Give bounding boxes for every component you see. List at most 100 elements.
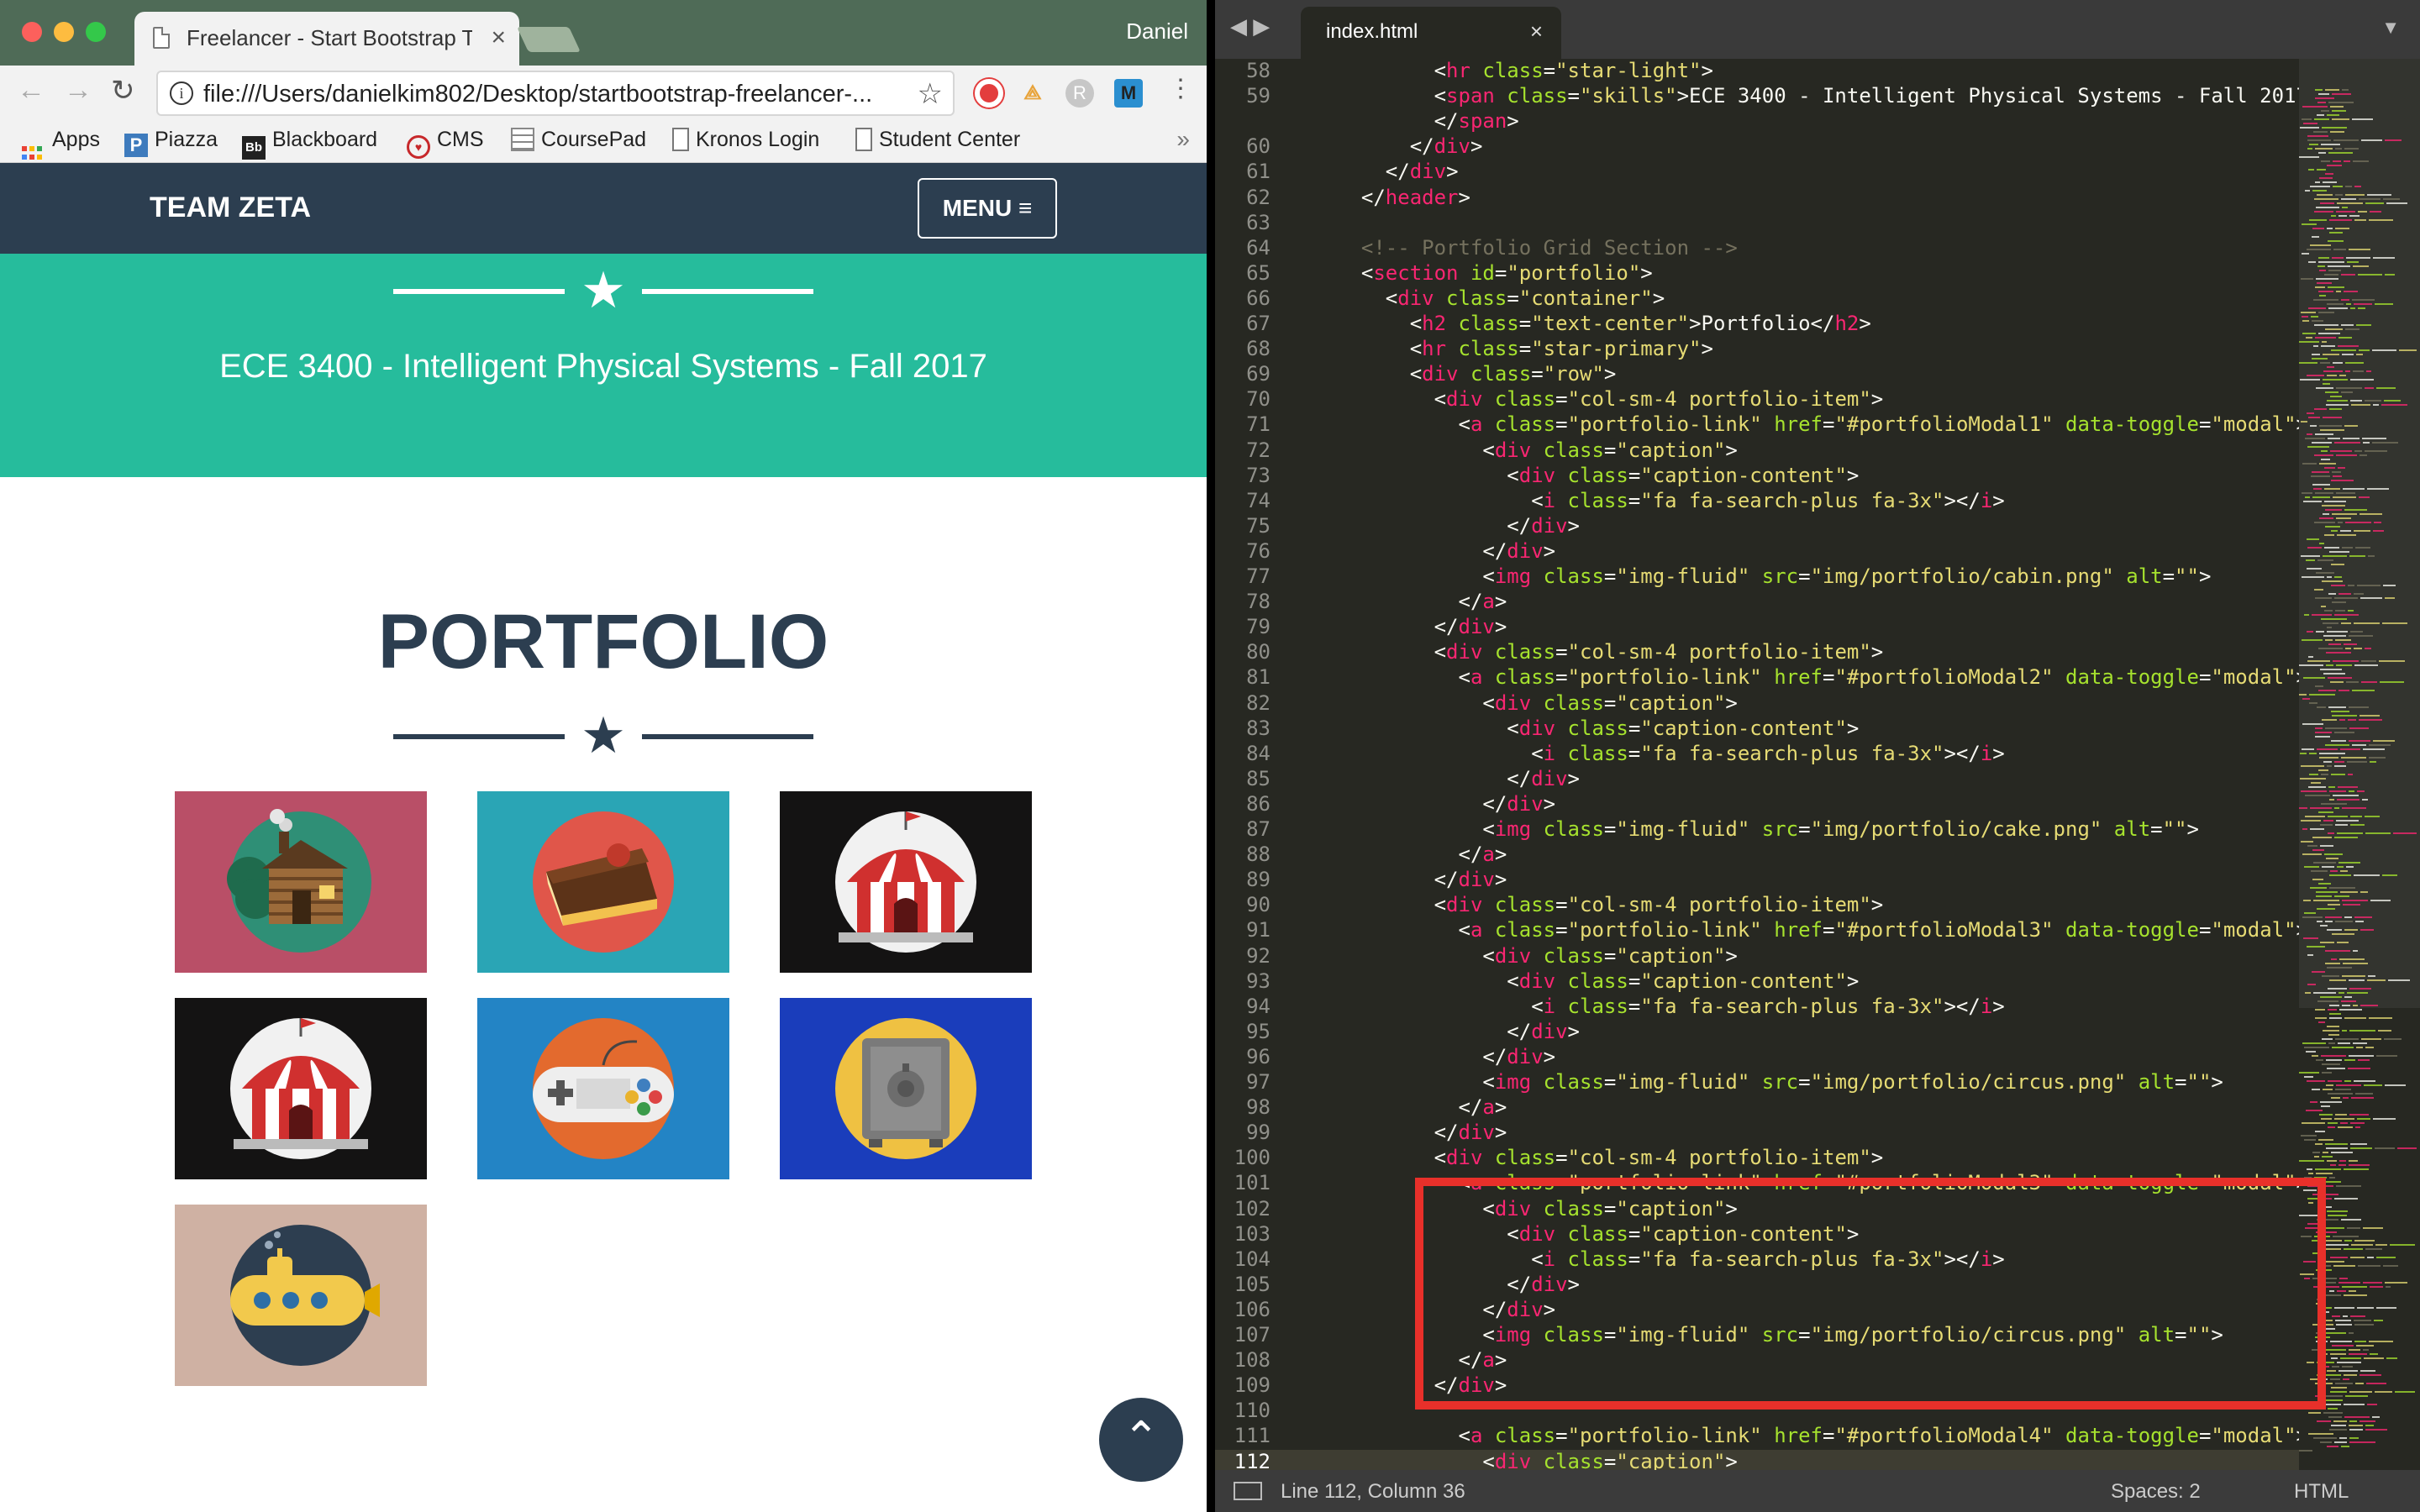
code-line[interactable]: </div> [1337, 1121, 1507, 1144]
line-number: 102 [1234, 1197, 1270, 1221]
cursor-position[interactable]: Line 112, Column 36 [1281, 1480, 1465, 1504]
code-line[interactable]: <!-- Portfolio Grid Section --> [1337, 236, 1738, 260]
code-line[interactable]: </div> [1337, 1045, 1555, 1068]
code-line[interactable]: </div> [1337, 767, 1580, 790]
code-line[interactable]: <div class="caption"> [1337, 438, 1737, 462]
code-line[interactable]: <i class="fa fa-search-plus fa-3x"></i> [1337, 995, 2005, 1018]
close-tab-icon[interactable]: × [491, 24, 506, 52]
syntax-selector[interactable]: HTML [2294, 1480, 2349, 1504]
code-line[interactable]: </div> [1337, 792, 1555, 816]
code-line[interactable]: <a class="portfolio-link" href="#portfol… [1337, 1424, 2308, 1447]
code-line[interactable]: <div class="col-sm-4 portfolio-item"> [1337, 387, 1884, 411]
bookmark-coursepad[interactable]: CoursePad [511, 128, 646, 152]
code-line[interactable]: <img class="img-fluid" src="img/portfoli… [1337, 564, 2211, 588]
editor-tab[interactable]: index.html × [1301, 7, 1561, 59]
forward-icon[interactable]: → [64, 74, 92, 107]
tab-nav-arrows-icon[interactable]: ◀ ▶ [1230, 13, 1270, 39]
code-line[interactable]: <div class="col-sm-4 portfolio-item"> [1337, 640, 1884, 664]
code-line[interactable]: <hr class="star-primary"> [1337, 337, 1713, 360]
portfolio-tile-safe[interactable] [780, 998, 1032, 1179]
reload-icon[interactable]: ↻ [111, 74, 135, 108]
code-line[interactable]: </div> [1337, 514, 1580, 538]
code-line[interactable]: <hr class="star-light"> [1337, 59, 1713, 82]
bookmark-star-icon[interactable]: ☆ [918, 77, 943, 111]
code-line[interactable]: <div class="col-sm-4 portfolio-item"> [1337, 893, 1884, 916]
line-number: 70 [1246, 387, 1270, 411]
code-line[interactable]: </div> [1337, 160, 1459, 183]
close-tab-icon[interactable]: × [1530, 18, 1543, 45]
extension-r-icon[interactable]: R [1065, 79, 1094, 108]
portfolio-tile-circus[interactable] [175, 998, 427, 1179]
panel-toggle-icon[interactable] [1234, 1482, 1262, 1500]
new-tab-button[interactable] [517, 27, 581, 52]
scroll-to-top-button[interactable]: ⌃ [1099, 1398, 1183, 1482]
minimize-window-button[interactable] [54, 22, 74, 42]
menu-button[interactable]: MENU ≡ [918, 178, 1057, 239]
code-line[interactable]: <div class="caption-content"> [1337, 464, 1859, 487]
tab-list-dropdown-icon[interactable]: ▼ [2381, 17, 2400, 39]
line-number: 110 [1234, 1399, 1270, 1422]
address-bar[interactable]: i file:///Users/danielkim802/Desktop/sta… [156, 71, 955, 116]
line-number: 106 [1234, 1298, 1270, 1321]
line-number: 71 [1246, 412, 1270, 436]
close-window-button[interactable] [22, 22, 42, 42]
indentation-setting[interactable]: Spaces: 2 [2111, 1480, 2201, 1504]
bookmark-blackboard[interactable]: Bb Blackboard [242, 128, 377, 160]
code-line[interactable]: <i class="fa fa-search-plus fa-3x"></i> [1337, 489, 2005, 512]
code-line[interactable]: </div> [1337, 1020, 1580, 1043]
code-line[interactable]: </a> [1337, 1095, 1507, 1119]
code-line[interactable]: <a class="portfolio-link" href="#portfol… [1337, 412, 2308, 436]
code-line[interactable]: </div> [1337, 615, 1507, 638]
code-line[interactable]: </div> [1337, 134, 1483, 158]
code-line[interactable]: </header> [1337, 186, 1470, 209]
portfolio-tile-cabin[interactable] [175, 791, 427, 973]
chrome-menu-icon[interactable]: ⋮ [1168, 74, 1193, 103]
back-icon[interactable]: ← [17, 74, 45, 107]
maximize-window-button[interactable] [86, 22, 106, 42]
bookmark-kronos-login[interactable]: Kronos Login [672, 128, 819, 152]
code-line[interactable]: </div> [1337, 539, 1555, 563]
portfolio-tile-game[interactable] [477, 998, 729, 1179]
portfolio-tile-cake[interactable] [477, 791, 729, 973]
code-line[interactable]: <i class="fa fa-search-plus fa-3x"></i> [1337, 742, 2005, 765]
site-brand[interactable]: TEAM ZETA [150, 192, 311, 224]
code-line[interactable]: <a class="portfolio-link" href="#portfol… [1337, 665, 2308, 689]
bookmarks-overflow-icon[interactable]: » [1176, 126, 1190, 153]
line-number: 79 [1246, 615, 1270, 638]
drive-extension-icon[interactable]: ⟁ [1018, 79, 1047, 108]
line-number: 68 [1246, 337, 1270, 360]
cake-icon [533, 811, 674, 953]
opera-extension-icon[interactable] [975, 79, 1003, 108]
code-line[interactable]: </a> [1337, 590, 1507, 613]
code-line[interactable]: </span> [1337, 109, 1519, 133]
extension-m-icon[interactable]: M [1114, 79, 1143, 108]
code-line[interactable]: <h2 class="text-center">Portfolio</h2> [1337, 312, 1871, 335]
code-line[interactable]: <div class="row"> [1337, 362, 1617, 386]
status-bar: Line 112, Column 36 Spaces: 2 HTML [1215, 1470, 2420, 1512]
code-line[interactable]: </a> [1337, 843, 1507, 866]
line-number: 95 [1246, 1020, 1270, 1043]
profile-name[interactable]: Daniel [1126, 18, 1188, 45]
code-line[interactable]: <img class="img-fluid" src="img/portfoli… [1337, 817, 2199, 841]
code-line[interactable]: <div class="caption-content"> [1337, 969, 1859, 993]
code-line[interactable]: <div class="caption"> [1337, 944, 1737, 968]
browser-tab[interactable]: Freelancer - Start Bootstrap Th × [134, 12, 519, 67]
page-icon [153, 27, 170, 49]
portfolio-tile-circus[interactable] [780, 791, 1032, 973]
bookmark-cms[interactable]: ♥ CMS [407, 128, 484, 159]
code-line[interactable]: <img class="img-fluid" src="img/portfoli… [1337, 1070, 2223, 1094]
code-line[interactable]: <div class="container"> [1337, 286, 1665, 310]
code-line[interactable]: <div class="col-sm-4 portfolio-item"> [1337, 1146, 1884, 1169]
code-line[interactable]: <div class="caption-content"> [1337, 717, 1859, 740]
code-line[interactable]: <section id="portfolio"> [1337, 261, 1653, 285]
bookmark-piazza[interactable]: P Piazza [124, 128, 218, 157]
code-line[interactable]: <a class="portfolio-link" href="#portfol… [1337, 918, 2308, 942]
info-icon[interactable]: i [170, 81, 193, 105]
line-number: 80 [1246, 640, 1270, 664]
code-line[interactable]: <span class="skills">ECE 3400 - Intellig… [1337, 84, 2308, 108]
code-line[interactable]: <div class="caption"> [1337, 691, 1737, 715]
line-number: 72 [1246, 438, 1270, 462]
portfolio-tile-submarine[interactable] [175, 1205, 427, 1386]
bookmark-student-center[interactable]: Student Center [855, 128, 1020, 152]
code-line[interactable]: </div> [1337, 868, 1507, 891]
